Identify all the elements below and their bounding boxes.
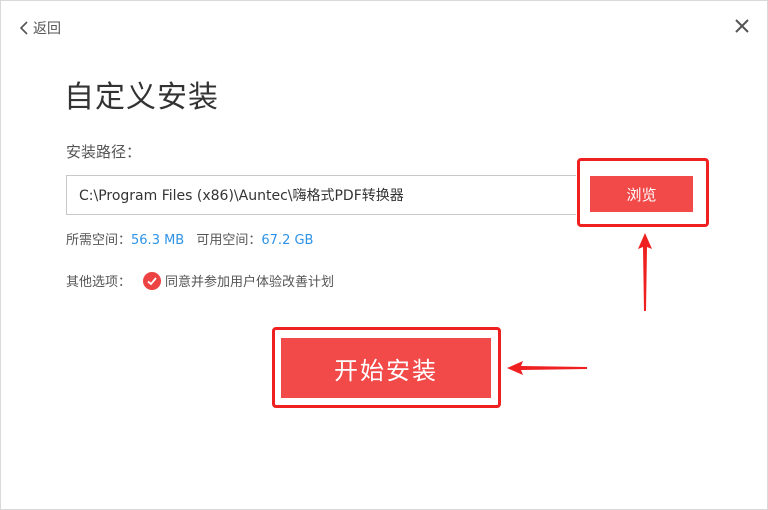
required-space-value: 56.3 MB	[131, 233, 185, 248]
arrow-up-icon	[638, 233, 652, 311]
installer-window: 返回 自定义安装 安装路径： 浏览 所需空间：56.3 MB 可用空间：67.2…	[0, 0, 768, 510]
arrow-left-icon	[507, 361, 587, 375]
chevron-left-icon	[19, 21, 28, 35]
close-button[interactable]	[732, 16, 752, 36]
back-button[interactable]: 返回	[19, 18, 61, 38]
install-path-label: 安装路径：	[66, 143, 142, 161]
page-title: 自定义安装	[64, 80, 219, 115]
install-path-input[interactable]	[66, 175, 576, 215]
start-install-button[interactable]: 开始安装	[281, 338, 491, 398]
space-info: 所需空间：56.3 MB 可用空间：67.2 GB	[66, 229, 313, 248]
other-options-label: 其他选项：	[66, 275, 132, 290]
available-space-label: 可用空间：	[196, 233, 262, 248]
back-label: 返回	[33, 21, 61, 37]
check-icon	[147, 276, 157, 285]
ux-program-checkbox[interactable]	[143, 271, 162, 290]
ux-program-label[interactable]: 同意并参加用户体验改善计划	[165, 271, 334, 290]
available-space-value: 67.2 GB	[261, 233, 314, 248]
other-options: 其他选项： 同意并参加用户体验改善计划	[66, 271, 334, 290]
browse-button[interactable]: 浏览	[590, 176, 693, 212]
required-space-label: 所需空间：	[66, 233, 132, 248]
close-icon	[735, 19, 749, 33]
